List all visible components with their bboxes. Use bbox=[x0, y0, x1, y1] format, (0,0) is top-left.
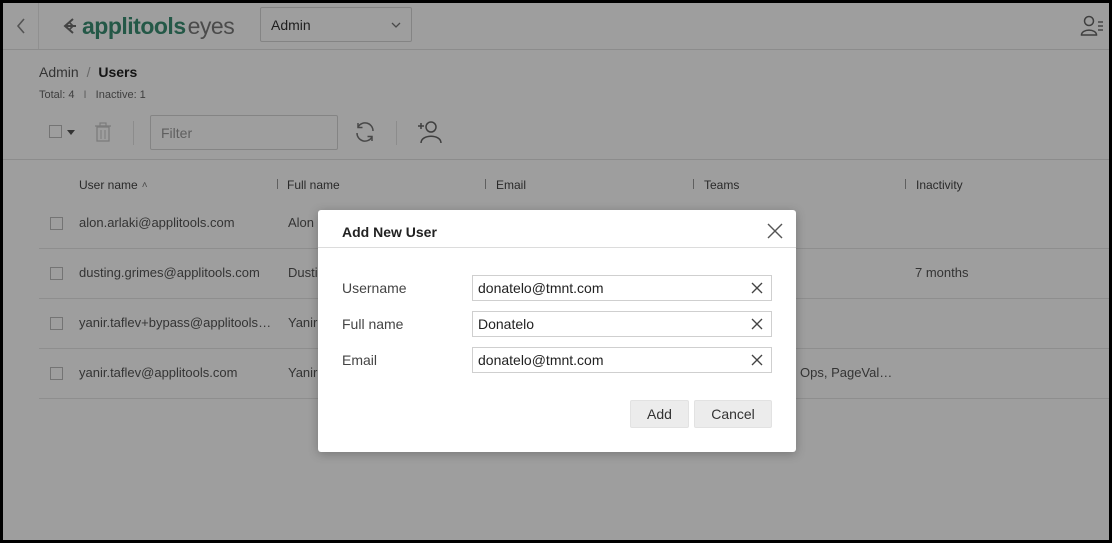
clear-icon[interactable] bbox=[750, 281, 764, 295]
fullname-field[interactable] bbox=[472, 311, 772, 337]
app-window: applitools eyes Admin Admin / Users Tota… bbox=[3, 3, 1109, 540]
dialog-header: Add New User bbox=[318, 210, 796, 248]
add-user-dialog: Add New User Username Full name Email bbox=[318, 210, 796, 452]
email-input[interactable] bbox=[473, 348, 743, 372]
email-field[interactable] bbox=[472, 347, 772, 373]
clear-icon[interactable] bbox=[750, 353, 764, 367]
fullname-label: Full name bbox=[342, 316, 404, 332]
fullname-input[interactable] bbox=[473, 312, 743, 336]
close-icon[interactable] bbox=[766, 222, 784, 240]
cancel-button[interactable]: Cancel bbox=[694, 400, 772, 428]
username-field[interactable] bbox=[472, 275, 772, 301]
username-label: Username bbox=[342, 280, 407, 296]
clear-icon[interactable] bbox=[750, 317, 764, 331]
dialog-title: Add New User bbox=[342, 224, 437, 240]
username-input[interactable] bbox=[473, 276, 743, 300]
email-label: Email bbox=[342, 352, 378, 368]
add-button[interactable]: Add bbox=[630, 400, 689, 428]
